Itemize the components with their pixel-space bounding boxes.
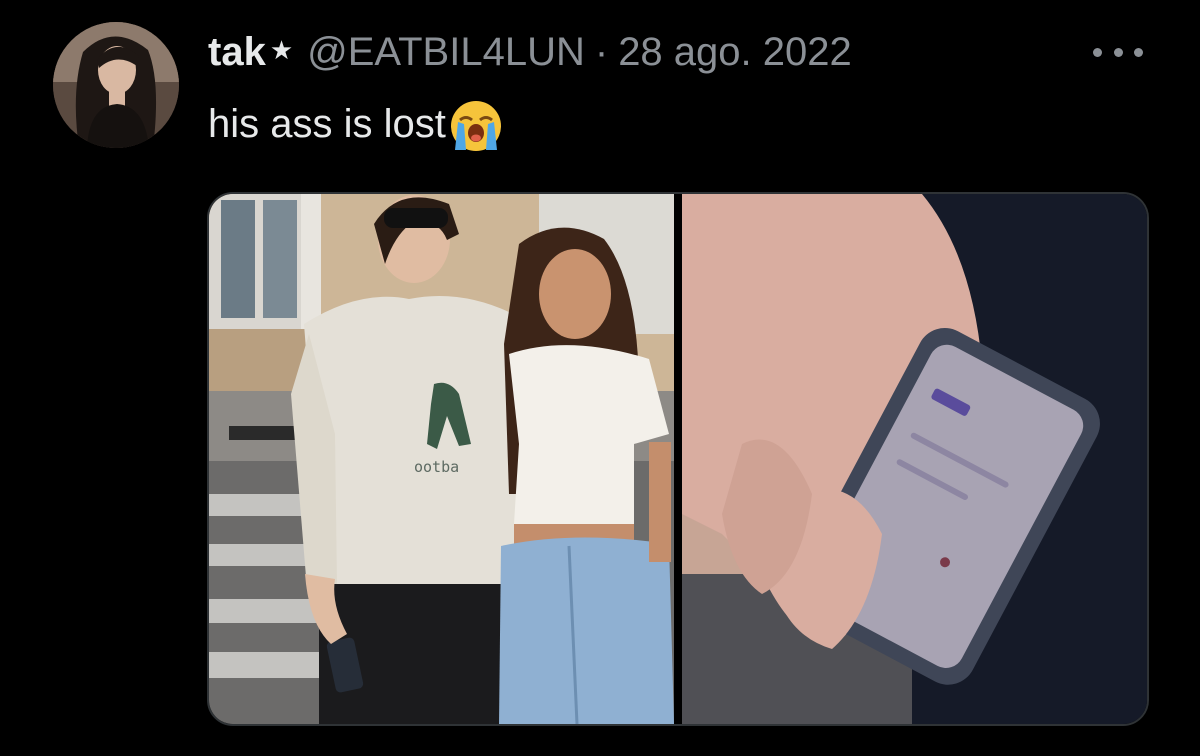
photo-right-image [682,194,1147,724]
display-name[interactable]: tak [208,30,266,75]
tweet: tak ★ @EATBIL4LUN · 28 ago. 2022 his ass… [0,0,1200,756]
more-dot [1113,47,1123,57]
tweet-date[interactable]: 28 ago. 2022 [618,30,852,75]
user-avatar[interactable] [53,22,179,148]
tweet-header: tak ★ @EATBIL4LUN · 28 ago. 2022 [208,30,852,80]
tweet-media: ootba [207,192,1149,726]
shirt-text: ootba [414,458,459,476]
more-horizontal-icon[interactable] [1093,42,1143,62]
header-separator: · [594,30,609,74]
tweet-text-body: his ass is lost [208,101,446,146]
photo-two-people-street[interactable]: ootba [209,194,674,724]
loudly-crying-face-icon [450,101,501,151]
more-dot [1093,47,1102,57]
more-dot [1134,47,1143,57]
star-badge-icon: ★ [269,35,294,65]
avatar-image [53,22,179,148]
photo-left-image: ootba [209,194,674,724]
user-handle[interactable]: @EATBIL4LUN [307,30,585,75]
photo-hand-holding-phone[interactable] [682,194,1147,724]
tweet-text: his ass is lost [208,96,504,152]
